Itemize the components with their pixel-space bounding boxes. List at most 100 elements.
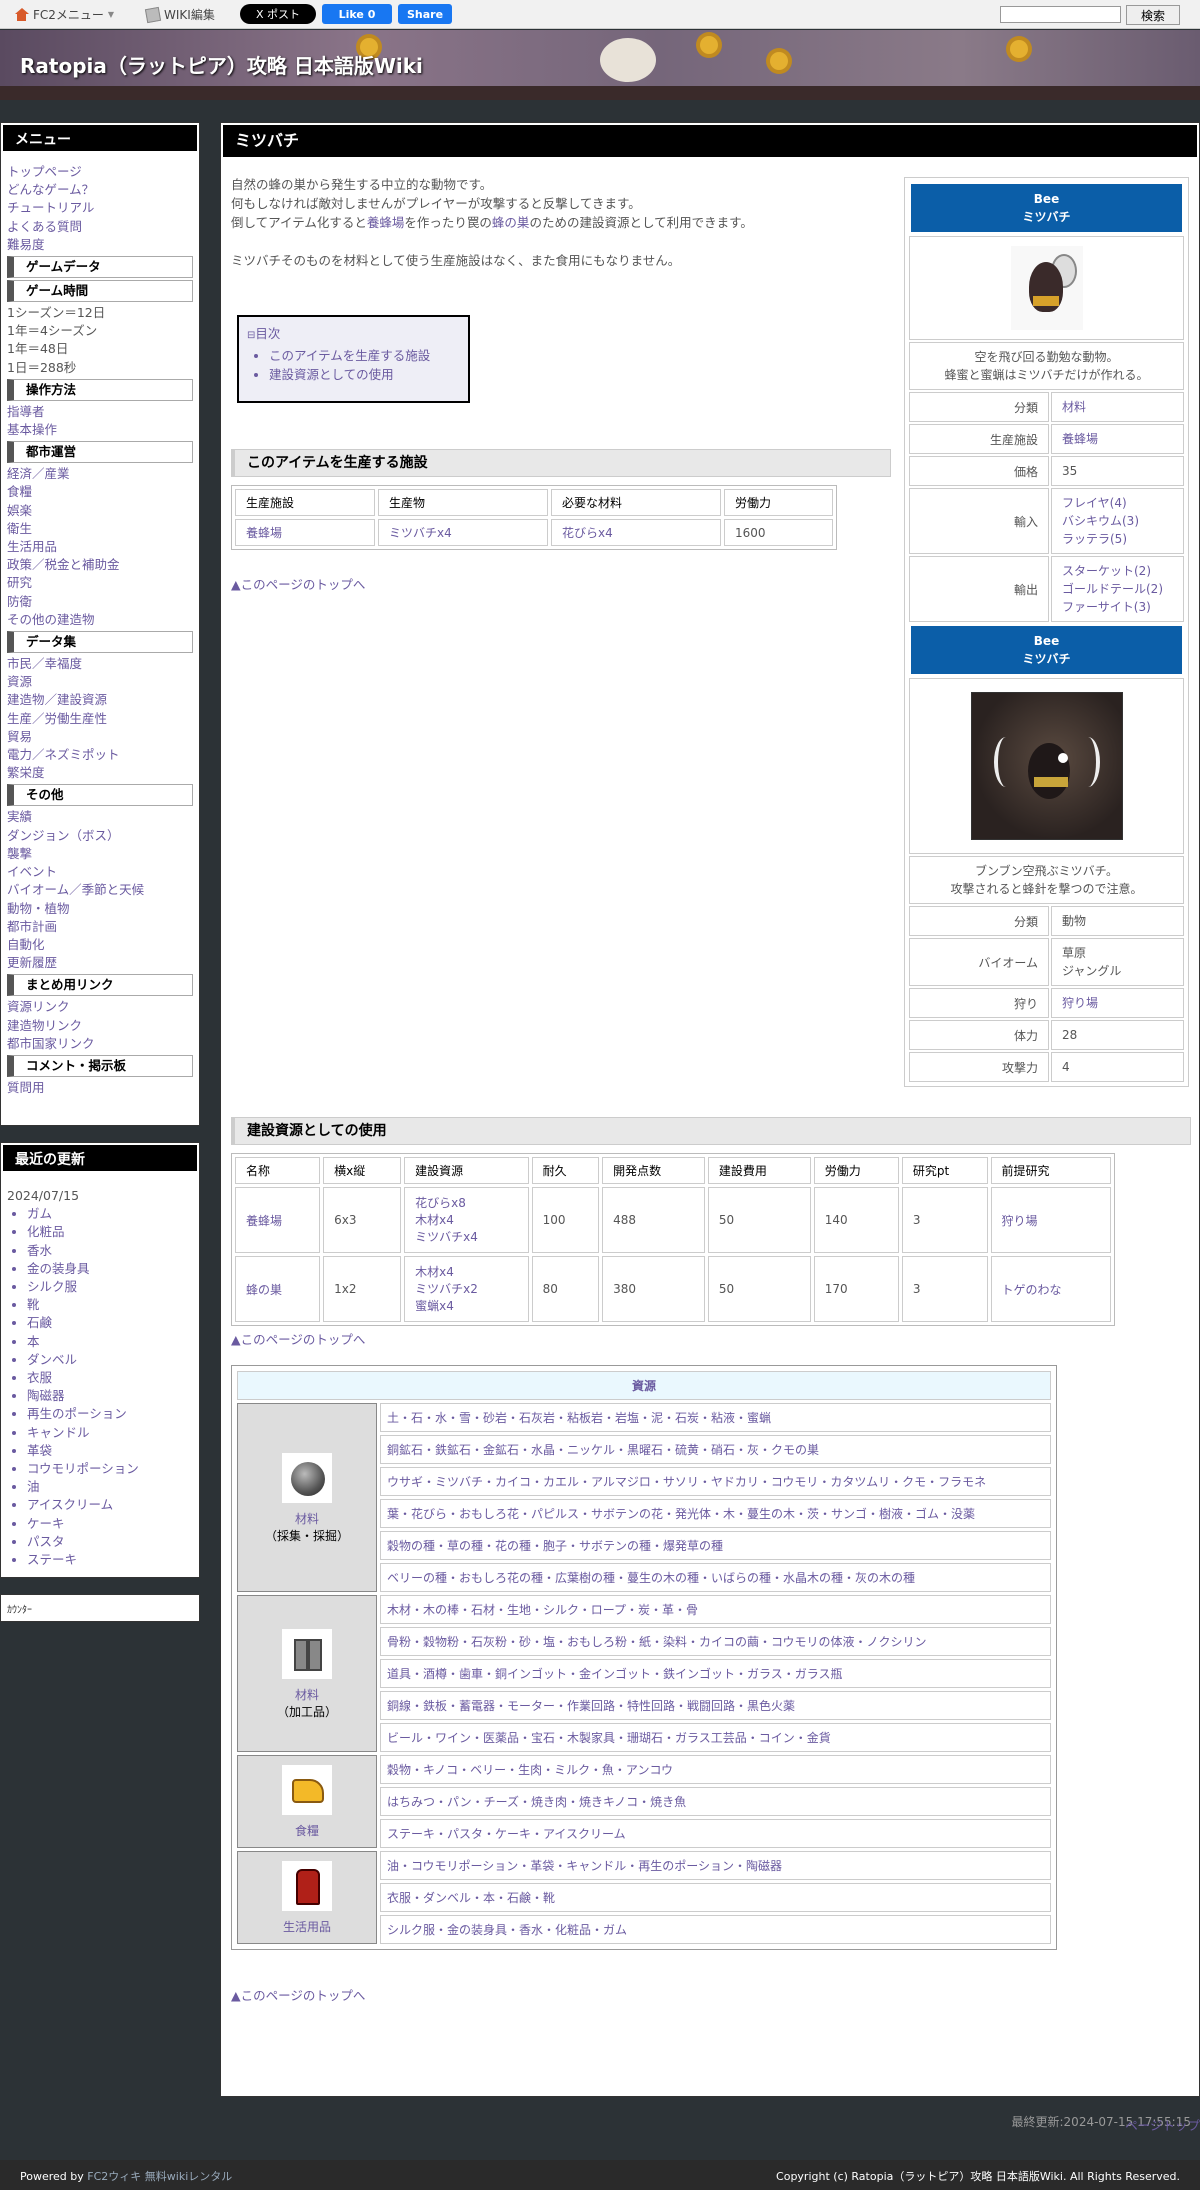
infobox-value-link[interactable]: ゴールドテール(2) <box>1062 582 1163 596</box>
menu-link[interactable]: 市民／幸福度 <box>7 655 193 673</box>
back-to-top-link[interactable]: ▲このページのトップへ <box>231 1985 365 2004</box>
toc-item[interactable]: このアイテムを生産する施設 <box>269 348 430 363</box>
infobox-value-link[interactable]: スターケット(2) <box>1062 564 1151 578</box>
toc-item[interactable]: 建設資源としての使用 <box>269 367 394 382</box>
resources-title[interactable]: 資源 <box>237 1371 1051 1400</box>
resource-category-link[interactable]: 食糧 <box>244 1822 370 1839</box>
x-post-button[interactable]: X ポスト <box>240 4 316 24</box>
recent-update-link[interactable]: ステーキ <box>27 1552 77 1567</box>
resource-list[interactable]: 葉・花びら・おもしろ花・パピルス・サボテンの花・発光体・木・蔓生の木・茨・サンゴ… <box>380 1499 1051 1528</box>
recent-update-link[interactable]: 陶磁器 <box>27 1388 65 1403</box>
menu-link[interactable]: 都市計画 <box>7 918 193 936</box>
infobox-value-link[interactable]: ラッテラ(5) <box>1062 532 1127 546</box>
menu-link[interactable]: 防衛 <box>7 593 193 611</box>
recent-update-link[interactable]: 金の装身具 <box>27 1261 90 1276</box>
recent-update-link[interactable]: ケーキ <box>27 1516 65 1531</box>
recent-update-link[interactable]: 革袋 <box>27 1443 52 1458</box>
resource-list[interactable]: 穀物の種・草の種・花の種・胞子・サボテンの種・爆発草の種 <box>380 1531 1051 1560</box>
menu-link[interactable]: 食糧 <box>7 483 193 501</box>
menu-link[interactable]: ダンジョン（ボス） <box>7 827 193 845</box>
menu-link[interactable]: イベント <box>7 863 193 881</box>
menu-link[interactable]: 難易度 <box>7 236 193 254</box>
resource-list[interactable]: 骨粉・穀物粉・石灰粉・砂・塩・おもしろ粉・紙・染料・カイコの繭・コウモリの体液・… <box>380 1627 1051 1656</box>
menu-link[interactable]: 襲撃 <box>7 845 193 863</box>
table-cell-link[interactable]: 花びらx8 <box>415 1196 466 1210</box>
menu-link[interactable]: 指導者 <box>7 403 193 421</box>
resource-list[interactable]: ウサギ・ミツバチ・カイコ・カエル・アルマジロ・サソリ・ヤドカリ・コウモリ・カタツ… <box>380 1467 1051 1496</box>
menu-link[interactable]: よくある質問 <box>7 218 193 236</box>
resource-list[interactable]: 道具・酒樽・歯車・銅インゴット・金インゴット・鉄インゴット・ガラス・ガラス瓶 <box>380 1659 1051 1688</box>
infobox-value-link[interactable]: フレイヤ(4) <box>1062 496 1127 510</box>
resource-list[interactable]: シルク服・金の装身具・香水・化粧品・ガム <box>380 1915 1051 1944</box>
menu-link[interactable]: 都市国家リンク <box>7 1035 193 1053</box>
table-cell-link[interactable]: ミツバチx4 <box>389 526 452 540</box>
menu-link[interactable]: 政策／税金と補助金 <box>7 556 193 574</box>
menu-link[interactable]: 生産／労働生産性 <box>7 710 193 728</box>
fc2-wiki-link[interactable]: FC2ウィキ 無料wikiレンタル <box>87 2170 232 2183</box>
infobox-value-link[interactable]: 材料 <box>1062 400 1086 414</box>
table-cell-link[interactable]: ミツバチx4 <box>415 1230 478 1244</box>
menu-link[interactable]: 生活用品 <box>7 538 193 556</box>
resource-list[interactable]: 油・コウモリポーション・革袋・キャンドル・再生のポーション・陶磁器 <box>380 1851 1051 1880</box>
table-cell-link[interactable]: 養蜂場 <box>246 526 282 540</box>
table-cell-link[interactable]: ミツバチx2 <box>415 1282 478 1296</box>
recent-update-link[interactable]: 化粧品 <box>27 1224 65 1239</box>
menu-link[interactable]: 娯楽 <box>7 502 193 520</box>
menu-link[interactable]: 衛生 <box>7 520 193 538</box>
resource-list[interactable]: ステーキ・パスタ・ケーキ・アイスクリーム <box>380 1819 1051 1848</box>
menu-link[interactable]: 経済／産業 <box>7 465 193 483</box>
menu-link[interactable]: 質問用 <box>7 1079 193 1097</box>
table-cell-link[interactable]: 木材x4 <box>415 1213 454 1227</box>
resource-list[interactable]: ベリーの種・おもしろ花の種・広葉樹の種・蔓生の木の種・いばらの種・水晶木の種・灰… <box>380 1563 1051 1592</box>
menu-link[interactable]: チュートリアル <box>7 199 193 217</box>
resource-list[interactable]: 木材・木の棒・石材・生地・シルク・ロープ・炭・革・骨 <box>380 1595 1051 1624</box>
table-cell-link[interactable]: トゲのわな <box>1002 1283 1062 1297</box>
resource-list[interactable]: はちみつ・パン・チーズ・焼き肉・焼きキノコ・焼き魚 <box>380 1787 1051 1816</box>
recent-update-link[interactable]: 衣服 <box>27 1370 52 1385</box>
recent-update-link[interactable]: ガム <box>27 1206 52 1221</box>
menu-link[interactable]: 動物・植物 <box>7 900 193 918</box>
menu-link[interactable]: 建造物／建設資源 <box>7 691 193 709</box>
menu-link[interactable]: 研究 <box>7 574 193 592</box>
recent-update-link[interactable]: シルク服 <box>27 1279 77 1294</box>
resource-list[interactable]: 穀物・キノコ・ベリー・生肉・ミルク・魚・アンコウ <box>380 1755 1051 1784</box>
resource-list[interactable]: 衣服・ダンベル・本・石鹸・靴 <box>380 1883 1051 1912</box>
wiki-edit-link[interactable]: WIKI編集 <box>144 6 215 23</box>
infobox-value-link[interactable]: バシキウム(3) <box>1062 514 1139 528</box>
coat-icon[interactable] <box>281 1860 333 1912</box>
recent-update-link[interactable]: キャンドル <box>27 1425 90 1440</box>
apiary-link[interactable]: 養蜂場 <box>367 215 405 230</box>
menu-link[interactable]: 基本操作 <box>7 421 193 439</box>
table-cell-link[interactable]: 狩り場 <box>1002 1214 1038 1228</box>
resource-list[interactable]: ビール・ワイン・医薬品・宝石・木製家具・珊瑚石・ガラス工芸品・コイン・金貨 <box>380 1723 1051 1752</box>
recent-update-link[interactable]: 再生のポーション <box>27 1406 127 1421</box>
resource-category-link[interactable]: 材料 <box>244 1686 370 1703</box>
cheese-icon[interactable] <box>281 1764 333 1816</box>
menu-link[interactable]: 繁栄度 <box>7 764 193 782</box>
beehive-link[interactable]: 蜂の巣 <box>492 215 530 230</box>
rock-icon[interactable] <box>281 1451 333 1504</box>
menu-link[interactable]: 更新履歴 <box>7 954 193 972</box>
search-input[interactable] <box>1000 6 1121 23</box>
site-title[interactable]: Ratopia（ラットピア）攻略 日本語版Wiki <box>20 50 423 79</box>
back-to-top-link[interactable]: ▲このページのトップへ <box>231 1329 365 1348</box>
infobox-value-link[interactable]: ファーサイト(3) <box>1062 600 1151 614</box>
resource-category-link[interactable]: 材料 <box>244 1510 370 1527</box>
table-cell-link[interactable]: 蜜蝋x4 <box>415 1299 454 1313</box>
resource-list[interactable]: 銅線・鉄板・蓄電器・モーター・作業回路・特性回路・戦闘回路・黒色火薬 <box>380 1691 1051 1720</box>
recent-update-link[interactable]: アイスクリーム <box>27 1497 113 1512</box>
toc-toggle[interactable]: ⊟目次 <box>247 323 460 342</box>
back-to-top-link[interactable]: ▲このページのトップへ <box>231 574 365 593</box>
crate-icon[interactable] <box>281 1627 333 1680</box>
infobox-value-link[interactable]: 狩り場 <box>1062 996 1098 1010</box>
fc2-menu-button[interactable]: FC2メニュー ▼ <box>14 6 114 23</box>
menu-link[interactable]: 建造物リンク <box>7 1017 193 1035</box>
table-cell-link[interactable]: 花びらx4 <box>562 526 613 540</box>
table-cell-link[interactable]: 蜂の巣 <box>246 1283 282 1297</box>
menu-link[interactable]: 自動化 <box>7 936 193 954</box>
recent-update-link[interactable]: 香水 <box>27 1243 52 1258</box>
menu-link[interactable]: 実績 <box>7 808 193 826</box>
facebook-like-button[interactable]: Like 0 <box>322 4 392 24</box>
recent-update-link[interactable]: ダンベル <box>27 1352 77 1367</box>
recent-update-link[interactable]: パスタ <box>27 1534 65 1549</box>
